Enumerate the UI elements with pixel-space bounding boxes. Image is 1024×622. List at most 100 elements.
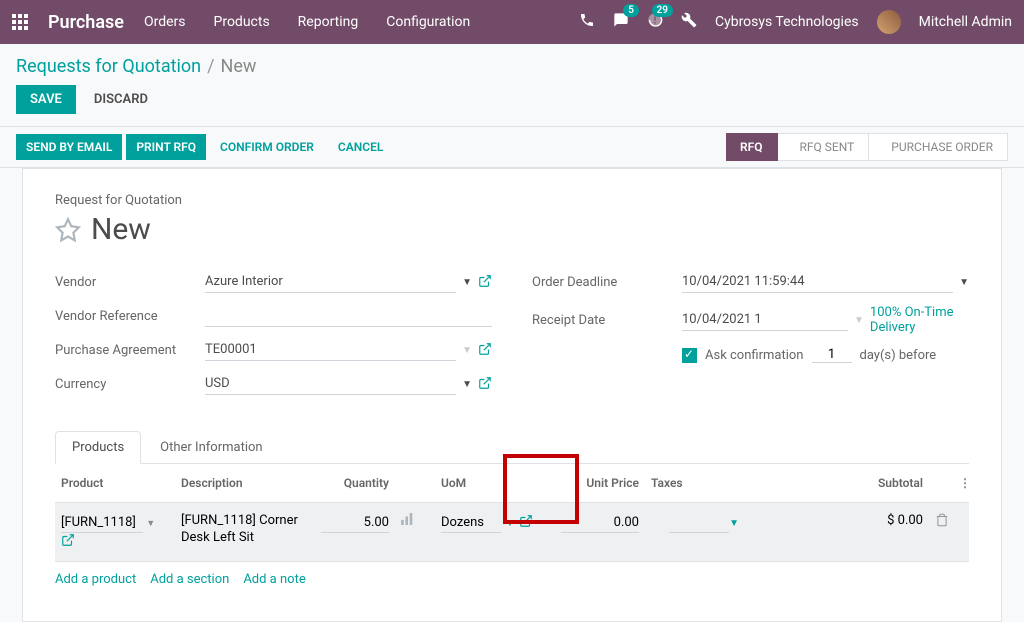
deadline-label: Order Deadline	[532, 275, 682, 290]
main-nav: Orders Products Reporting Configuration	[144, 14, 470, 30]
print-rfq-button[interactable]: PRINT RFQ	[126, 134, 206, 160]
action-bar: SAVE DISCARD	[0, 85, 1024, 126]
step-rfq[interactable]: RFQ	[726, 133, 778, 161]
cancel-button[interactable]: CANCEL	[328, 134, 393, 160]
cell-quantity	[315, 511, 395, 535]
tab-products[interactable]: Products	[55, 431, 141, 464]
chevron-down-icon[interactable]: ▼	[729, 518, 739, 529]
breadcrumb-current: New	[221, 56, 257, 77]
receipt-input[interactable]	[682, 309, 848, 331]
days-before-input[interactable]	[812, 347, 852, 363]
ask-confirmation-checkbox[interactable]	[682, 348, 697, 363]
title-row: New	[55, 212, 969, 247]
tab-other-info[interactable]: Other Information	[143, 431, 279, 463]
chevron-down-icon[interactable]: ▼	[505, 518, 515, 529]
add-section-link[interactable]: Add a section	[150, 572, 229, 587]
add-links: Add a product Add a section Add a note	[55, 562, 969, 597]
ask-confirmation-label: Ask confirmation	[705, 348, 804, 363]
topbar: Purchase Orders Products Reporting Confi…	[0, 0, 1024, 44]
status-steps: RFQ RFQ SENT PURCHASE ORDER	[726, 133, 1008, 161]
cell-price	[555, 511, 645, 535]
receipt-label: Receipt Date	[532, 313, 682, 328]
chevron-down-icon[interactable]: ▼	[959, 277, 969, 288]
external-link-icon[interactable]	[519, 514, 533, 532]
external-link-icon[interactable]	[478, 273, 492, 292]
phone-icon[interactable]	[579, 12, 595, 32]
quantity-input[interactable]	[321, 513, 389, 533]
unit-price-input[interactable]	[561, 513, 639, 533]
th-delete	[929, 474, 953, 492]
table-header: Product Description Quantity UoM Unit Pr…	[55, 464, 969, 503]
cell-description[interactable]: [FURN_1118] Corner Desk Left Sit	[175, 511, 315, 549]
th-unit-price: Unit Price	[555, 474, 645, 492]
activity-icon[interactable]: 29	[647, 12, 663, 32]
page-title: New	[91, 212, 151, 247]
chevron-down-icon[interactable]: ▼	[146, 519, 155, 529]
nav-configuration[interactable]: Configuration	[386, 14, 470, 30]
form-left: Vendor ▼ Vendor Reference Purchase Agree…	[55, 271, 492, 407]
sheet-container: Request for Quotation New Vendor ▼ Vendo…	[0, 168, 1024, 622]
confirm-order-button[interactable]: CONFIRM ORDER	[210, 134, 324, 160]
taxes-input[interactable]	[669, 513, 729, 533]
nav-orders[interactable]: Orders	[144, 14, 186, 30]
chevron-down-icon[interactable]: ▼	[462, 277, 472, 288]
agreement-input[interactable]	[205, 339, 456, 361]
product-input[interactable]	[61, 513, 143, 533]
th-subtotal: Subtotal	[839, 474, 929, 492]
trash-icon[interactable]	[935, 513, 949, 527]
chart-icon	[401, 513, 415, 525]
title-label: Request for Quotation	[55, 193, 969, 208]
ontime-text[interactable]: 100% On-Time Delivery	[870, 305, 969, 335]
form-right: Order Deadline ▼ Receipt Date ▼ 100% On-…	[532, 271, 969, 407]
nav-products[interactable]: Products	[214, 14, 270, 30]
chevron-down-icon[interactable]: ▼	[462, 345, 472, 356]
cell-product: ▼	[55, 511, 175, 553]
chevron-down-icon[interactable]: ▼	[462, 379, 472, 390]
company-name[interactable]: Cybrosys Technologies	[715, 14, 859, 30]
cell-subtotal: $ 0.00	[839, 511, 929, 530]
th-options-icon[interactable]: ⋮	[953, 474, 969, 492]
nav-reporting[interactable]: Reporting	[298, 14, 359, 30]
chat-icon[interactable]: 5	[613, 12, 629, 32]
table-row: ▼ [FURN_1118] Corner Desk Left Sit ▼	[55, 503, 969, 562]
vendor-ref-label: Vendor Reference	[55, 309, 205, 324]
step-purchase-order[interactable]: PURCHASE ORDER	[869, 133, 1008, 161]
status-bar: SEND BY EMAIL PRINT RFQ CONFIRM ORDER CA…	[0, 126, 1024, 168]
add-product-link[interactable]: Add a product	[55, 572, 136, 587]
save-button[interactable]: SAVE	[16, 85, 76, 114]
th-uom: UoM	[435, 474, 555, 492]
vendor-ref-input[interactable]	[205, 305, 492, 327]
th-taxes: Taxes	[645, 474, 745, 492]
breadcrumb-separator: /	[207, 56, 214, 77]
star-icon[interactable]	[55, 217, 81, 243]
user-name[interactable]: Mitchell Admin	[919, 14, 1012, 30]
currency-input[interactable]	[205, 373, 456, 395]
wrench-icon[interactable]	[681, 12, 697, 32]
external-link-icon[interactable]	[61, 536, 75, 551]
app-title: Purchase	[48, 12, 124, 33]
discard-button[interactable]: DISCARD	[84, 85, 158, 114]
breadcrumb-root[interactable]: Requests for Quotation	[16, 56, 201, 77]
agreement-label: Purchase Agreement	[55, 343, 205, 358]
cell-uom: ▼	[435, 511, 555, 535]
topbar-right: 5 29 Cybrosys Technologies Mitchell Admi…	[579, 10, 1012, 34]
apps-icon[interactable]	[12, 14, 28, 30]
deadline-input[interactable]	[682, 271, 953, 293]
cell-opt	[953, 511, 969, 515]
external-link-icon[interactable]	[478, 375, 492, 394]
step-rfq-sent[interactable]: RFQ SENT	[778, 133, 870, 161]
avatar[interactable]	[877, 10, 901, 34]
external-link-icon[interactable]	[478, 341, 492, 360]
uom-input[interactable]	[441, 513, 501, 533]
breadcrumb: Requests for Quotation / New	[0, 44, 1024, 85]
order-line-table: Product Description Quantity UoM Unit Pr…	[55, 464, 969, 597]
days-before-label: day(s) before	[860, 348, 937, 363]
th-description: Description	[175, 474, 315, 492]
send-email-button[interactable]: SEND BY EMAIL	[16, 134, 122, 160]
cell-forecast[interactable]	[395, 511, 435, 531]
currency-label: Currency	[55, 377, 205, 392]
th-quantity: Quantity	[315, 474, 395, 492]
vendor-input[interactable]	[205, 271, 456, 293]
add-note-link[interactable]: Add a note	[243, 572, 305, 587]
chevron-down-icon[interactable]: ▼	[854, 315, 864, 326]
